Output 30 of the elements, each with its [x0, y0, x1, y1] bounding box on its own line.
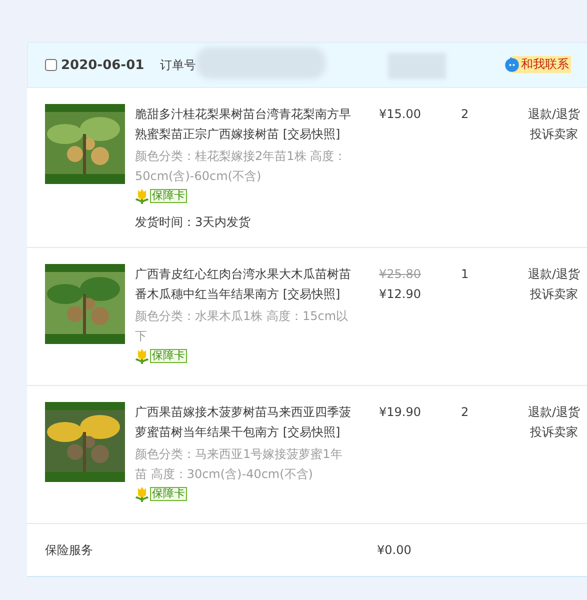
shipping-time: 发货时间：3天内发货: [135, 214, 252, 231]
contact-button[interactable]: 和我联系: [504, 56, 571, 73]
action-link[interactable]: 投诉卖家: [530, 284, 578, 304]
action-link[interactable]: 投诉卖家: [530, 422, 578, 442]
action-link[interactable]: 退款/退货: [528, 104, 580, 124]
action-link[interactable]: 投诉卖家: [530, 124, 578, 144]
product-spec: 颜色分类：水果木瓜1株 高度：15cm以下: [135, 308, 349, 345]
quantity: 2: [461, 106, 470, 123]
product-spec: 颜色分类：马来西亚1号嫁接菠萝蜜1年苗 高度：30cm(含)-40cm(不含): [135, 446, 344, 483]
tulip-icon: [135, 188, 149, 204]
action-link[interactable]: 退款/退货: [528, 402, 580, 422]
order-checkbox[interactable]: [45, 59, 57, 71]
tulip-icon: [135, 348, 149, 364]
price: ¥19.90: [379, 404, 422, 421]
product-title[interactable]: 广西果苗嫁接木菠萝树苗马来西亚四季菠萝蜜苗树当年结果干包南方 [交易快照]: [135, 402, 357, 442]
price: ¥12.90: [379, 286, 422, 303]
order-number-label: 订单号: [160, 56, 196, 74]
chat-icon: [504, 56, 520, 72]
price: ¥15.00: [379, 106, 422, 123]
quantity: 1: [461, 266, 470, 283]
action-link[interactable]: 退款/退货: [528, 264, 580, 284]
order-date: 2020-06-01: [61, 58, 144, 72]
tulip-icon: [135, 486, 149, 502]
product-title[interactable]: 脆甜多汁桂花梨果树苗台湾青花梨南方早熟蜜梨苗正宗广西嫁接树苗 [交易快照]: [135, 104, 357, 144]
product-title[interactable]: 广西青皮红心红肉台湾水果大木瓜苗树苗番木瓜穗中红当年结果南方 [交易快照]: [135, 264, 357, 304]
insurance-price: ¥0.00: [377, 543, 412, 557]
quantity: 2: [461, 404, 470, 421]
product-spec: 颜色分类：桂花梨嫁接2年苗1株 高度：50cm(含)-60cm(不含): [135, 148, 348, 185]
original-price: ¥25.80: [379, 266, 422, 283]
insurance-label: 保险服务: [45, 542, 94, 558]
